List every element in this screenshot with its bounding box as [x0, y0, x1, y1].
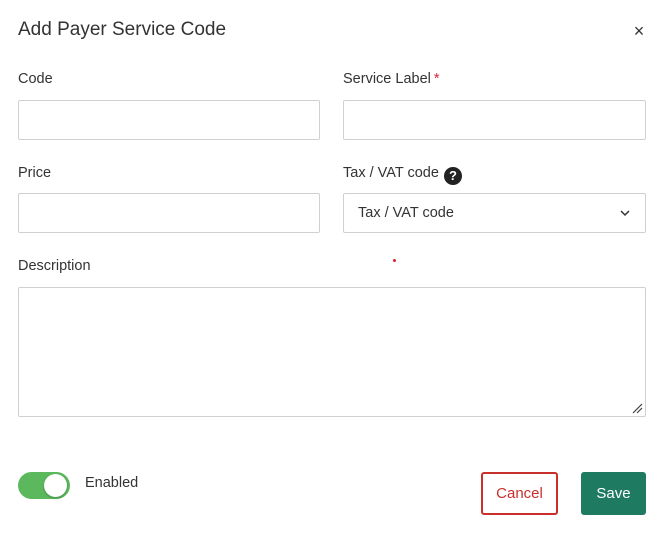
cancel-button[interactable]: Cancel [481, 472, 558, 515]
description-label: Description [18, 258, 91, 274]
tax-vat-select[interactable]: Tax / VAT code [343, 193, 646, 233]
tax-vat-label: Tax / VAT code? [343, 165, 462, 185]
service-label-label-text: Service Label [343, 71, 431, 87]
price-input[interactable] [18, 193, 320, 233]
save-button[interactable]: Save [581, 472, 646, 515]
toggle-knob [44, 474, 67, 497]
chevron-down-icon [620, 210, 630, 217]
tax-vat-label-text: Tax / VAT code [343, 165, 439, 181]
service-label-label: Service Label * [343, 71, 440, 87]
dialog-title: Add Payer Service Code [18, 19, 227, 40]
add-payer-service-code-dialog: Add Payer Service Code × Code Service La… [0, 0, 664, 537]
code-input[interactable] [18, 100, 320, 140]
price-label-text: Price [18, 165, 52, 181]
close-icon[interactable]: × [628, 20, 650, 42]
required-marker: * [433, 71, 440, 87]
question-circle-icon[interactable]: ? [443, 167, 462, 185]
resize-grip-icon[interactable] [631, 402, 643, 414]
code-label-text: Code [18, 71, 53, 87]
enabled-toggle[interactable] [18, 472, 70, 499]
description-label-text: Description [18, 258, 91, 274]
enabled-toggle-label: Enabled [85, 475, 139, 491]
service-label-input[interactable] [343, 100, 646, 140]
description-textarea[interactable] [18, 287, 646, 417]
red-dot-marker [393, 259, 396, 262]
code-label: Code [18, 71, 53, 87]
price-label: Price [18, 165, 51, 181]
tax-vat-selected-value: Tax / VAT code [358, 205, 454, 221]
